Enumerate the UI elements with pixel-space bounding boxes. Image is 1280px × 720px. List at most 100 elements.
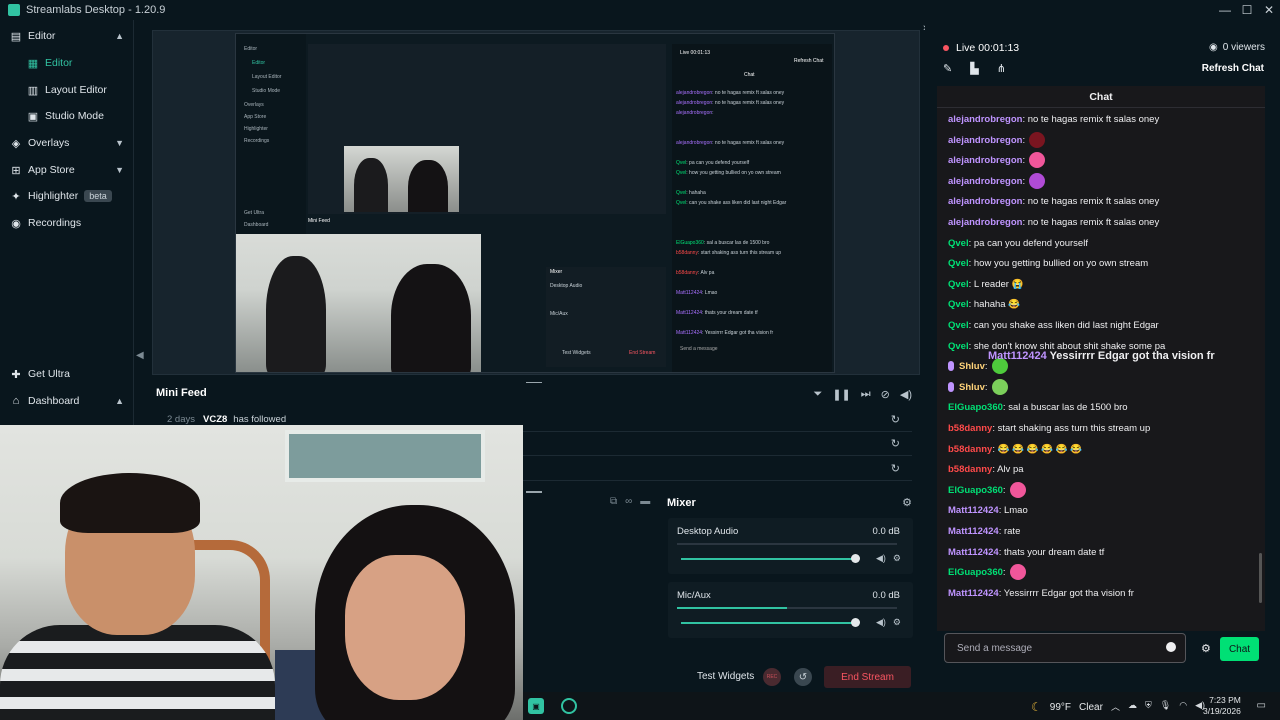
record-button[interactable]: REC xyxy=(763,668,781,686)
streamlabs-taskbar-icon[interactable]: ▣ xyxy=(528,698,544,714)
sidebar-item-label: Layout Editor xyxy=(45,84,107,96)
chat-username[interactable]: alejandrobregon xyxy=(948,135,1022,146)
chat-username[interactable]: Qvel xyxy=(948,341,969,352)
chat-username[interactable]: Matt112424 xyxy=(948,505,999,516)
obs-taskbar-icon[interactable] xyxy=(561,698,577,714)
sidebar-item-studio-mode[interactable]: ▣ Studio Mode xyxy=(0,104,134,128)
chat-username[interactable]: Matt112424 xyxy=(948,588,999,599)
sidebar-item-editor-group[interactable]: ▤ Editor ▲ xyxy=(0,24,134,48)
sidebar-item-overlays[interactable]: ◈ Overlays ▼ xyxy=(0,131,134,155)
chat-username[interactable]: Qvel xyxy=(948,258,969,269)
sidebar-item-layout-editor[interactable]: ▥ Layout Editor xyxy=(0,78,134,102)
chat-username[interactable]: alejandrobregon xyxy=(948,217,1022,228)
sidebar-item-recordings[interactable]: ◉ Recordings xyxy=(0,211,134,235)
advanced-audio-icon[interactable]: ⧉ xyxy=(610,496,617,507)
chat-send-button[interactable]: Chat xyxy=(1220,637,1259,661)
gear-icon[interactable]: ⚙ xyxy=(902,496,912,509)
replay-icon[interactable]: ↻ xyxy=(891,413,900,426)
mute-icon[interactable]: ◀) xyxy=(876,553,886,564)
volume-slider[interactable] xyxy=(681,618,860,627)
chat-username[interactable]: b58danny xyxy=(948,464,992,475)
chat-username[interactable]: alejandrobregon xyxy=(948,114,1022,125)
person-hair xyxy=(60,473,200,533)
sidebar-item-get-ultra[interactable]: ✚ Get Ultra xyxy=(0,362,134,386)
minimize-button[interactable]: — xyxy=(1214,0,1236,20)
replay-buffer-button[interactable]: ↺ xyxy=(794,668,812,686)
chat-username[interactable]: Qvel xyxy=(948,279,969,290)
chat-username[interactable]: Matt112424 xyxy=(948,526,999,537)
room-window xyxy=(285,430,485,482)
chat-username[interactable]: alejandrobregon xyxy=(948,176,1022,187)
live-panel: Live 00:01:13 ◉ 0 viewers ✎ ▙ ⋔ Refresh … xyxy=(925,20,1280,692)
chat-message-input[interactable] xyxy=(945,634,1155,662)
webcam-overlay xyxy=(0,425,523,720)
nested-chat: Live 00:01:13 Refresh Chat Chat alejandr… xyxy=(672,44,832,372)
chat-username[interactable]: ElGuapo360 xyxy=(948,567,1003,578)
maximize-button[interactable]: ☐ xyxy=(1236,0,1258,20)
chat-username[interactable]: alejandrobregon xyxy=(948,196,1022,207)
stream-preview[interactable]: Editor Editor Layout Editor Studio Mode … xyxy=(152,30,920,375)
feed-user: VCZ8 xyxy=(203,414,228,425)
sidebar-item-highlighter[interactable]: ✦ Highlighter beta xyxy=(0,184,134,208)
mute-icon[interactable]: ◀) xyxy=(876,617,886,628)
skip-icon[interactable]: ⏭ xyxy=(861,388,871,401)
chevron-up-icon[interactable]: ︿ xyxy=(1111,700,1120,713)
streamlabs-logo-icon xyxy=(8,4,20,16)
clock[interactable]: 7:23 PM 3/19/2026 xyxy=(1203,695,1241,717)
chat-username[interactable]: Qvel xyxy=(948,238,969,249)
chat-scrollbar[interactable] xyxy=(1259,553,1262,603)
pause-icon[interactable]: ❚❚ xyxy=(832,388,850,401)
resize-handle[interactable] xyxy=(526,491,542,493)
sidebar-item-label: App Store xyxy=(28,164,75,176)
replay-icon[interactable]: ↻ xyxy=(891,462,900,475)
chat-username[interactable]: ElGuapo360 xyxy=(948,402,1003,413)
viewer-count: ◉ 0 viewers xyxy=(1209,42,1265,53)
share-icon[interactable]: ⋔ xyxy=(997,62,1006,75)
sidebar-item-dashboard[interactable]: ⌂ Dashboard ▲ xyxy=(0,389,134,413)
replay-icon[interactable]: ↻ xyxy=(891,437,900,450)
edit-icon[interactable]: ✎ xyxy=(943,62,952,75)
emoji-icon[interactable] xyxy=(1166,642,1176,652)
wifi-icon[interactable]: ◠ xyxy=(1179,700,1187,713)
mute-alerts-icon[interactable]: ⊘ xyxy=(881,388,890,401)
chat-input-box[interactable] xyxy=(944,633,1186,663)
volume-slider[interactable] xyxy=(681,554,860,563)
mic-icon[interactable]: 🎙 xyxy=(1160,700,1171,713)
sidebar-item-app-store[interactable]: ⊞ App Store ▼ xyxy=(0,158,134,182)
mixer-title: Mixer xyxy=(667,497,696,509)
chat-username[interactable]: Qvel xyxy=(948,299,969,310)
chat-username[interactable]: Qvel xyxy=(948,320,969,331)
popout-icon[interactable]: ▙ xyxy=(970,62,978,75)
test-widgets-button[interactable]: Test Widgets xyxy=(697,671,754,682)
chat-message: alejandrobregon: no te hagas remix ft sa… xyxy=(948,109,1159,129)
slider-knob[interactable] xyxy=(851,554,860,563)
emote-icon xyxy=(1009,564,1026,580)
slider-knob[interactable] xyxy=(851,618,860,627)
chat-message: Shluv: xyxy=(948,377,1008,397)
chat-username[interactable]: Matt112424 xyxy=(948,547,999,558)
notification-icon[interactable]: ▭ xyxy=(1257,700,1266,711)
folder-icon[interactable]: ▬ xyxy=(640,496,650,507)
filter-icon[interactable]: ⏷ xyxy=(814,388,823,401)
chat-text: : how you getting bullied on yo own stre… xyxy=(968,257,1149,269)
gear-icon[interactable]: ⚙ xyxy=(893,553,901,564)
chat-username[interactable]: b58danny xyxy=(948,444,992,455)
system-tray: ︿ ☁ ⛨ 🎙 ◠ ◀) xyxy=(1111,700,1205,713)
chat-username[interactable]: Shluv xyxy=(959,361,985,372)
refresh-chat-button[interactable]: Refresh Chat xyxy=(1202,63,1264,74)
close-button[interactable]: ✕ xyxy=(1258,0,1280,20)
end-stream-button[interactable]: End Stream xyxy=(824,666,911,688)
sidebar-item-editor[interactable]: ▦ Editor xyxy=(0,51,134,75)
link-icon[interactable]: ∞ xyxy=(625,496,632,507)
chat-username[interactable]: b58danny xyxy=(948,423,992,434)
chat-username[interactable]: ElGuapo360 xyxy=(948,485,1003,496)
chat-username[interactable]: alejandrobregon xyxy=(948,155,1022,166)
chat-settings-icon[interactable]: ⚙ xyxy=(1201,642,1211,655)
weather-widget[interactable]: ☾ 99°F Clear xyxy=(1031,700,1103,714)
chat-username[interactable]: Shluv xyxy=(959,382,985,393)
shield-icon[interactable]: ⛨ xyxy=(1145,700,1152,713)
volume-icon[interactable]: ◀) xyxy=(900,388,912,401)
gear-icon[interactable]: ⚙ xyxy=(893,617,901,628)
collapse-sidebar-icon[interactable]: ◀ xyxy=(136,350,144,361)
cloud-icon[interactable]: ☁ xyxy=(1128,700,1137,713)
